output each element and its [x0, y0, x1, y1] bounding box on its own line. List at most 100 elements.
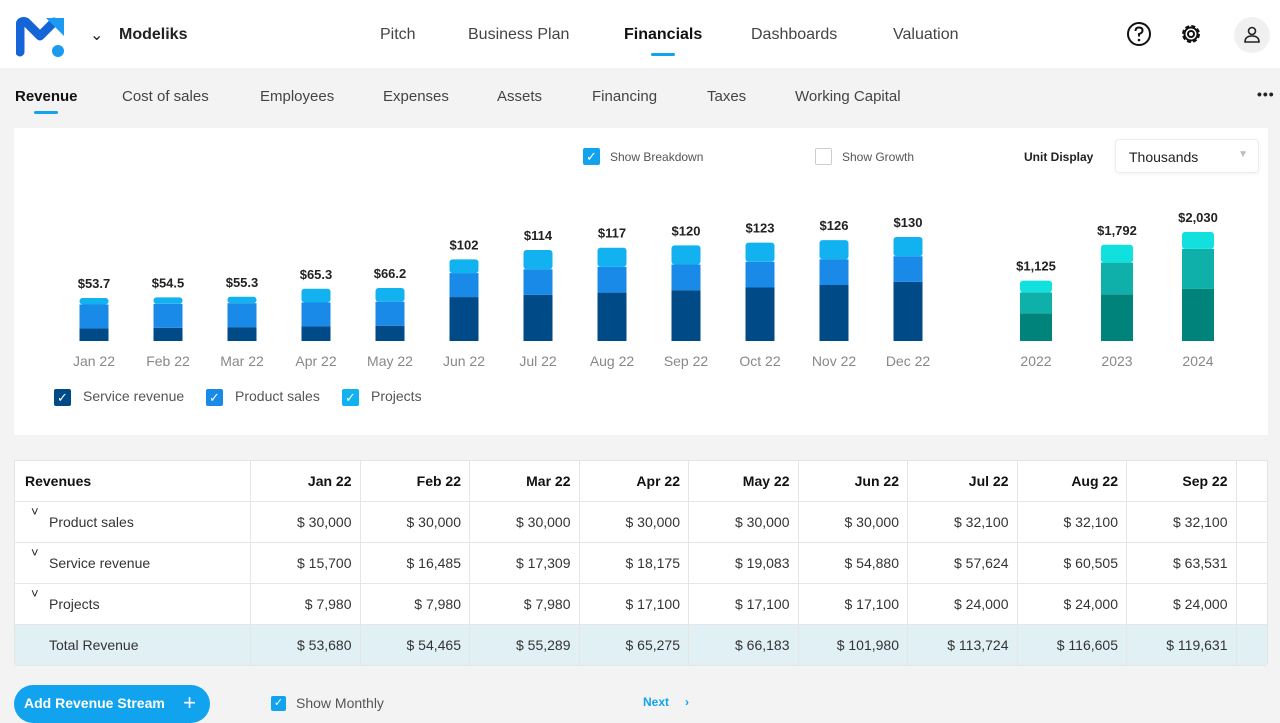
bar-value-label: $102: [450, 237, 479, 252]
table-cell[interactable]: $ 119,631: [1127, 625, 1237, 665]
revenue-chart-card: $53.7 Jan 22 $54.5 Feb 22 $55.3 Mar 22 $65.3 Ap…: [14, 128, 1268, 435]
row-label: Total Revenue: [15, 625, 251, 665]
table-cell[interactable]: $ 19,083: [689, 543, 799, 583]
table-cell[interactable]: $ 30,000: [361, 502, 470, 542]
table-cell[interactable]: $ 17,100: [689, 584, 799, 624]
table-cell[interactable]: $ 7,980: [470, 584, 580, 624]
unit-display-select[interactable]: Thousands ▼: [1115, 139, 1259, 173]
show-growth-checkbox[interactable]: Show Growth: [815, 148, 914, 165]
bar-segment: [227, 327, 257, 341]
x-tick-label: Apr 22: [295, 353, 336, 369]
legend-label: Projects: [371, 388, 422, 404]
legend-service-revenue[interactable]: ✓ Service revenue: [54, 388, 184, 406]
gear-icon[interactable]: [1177, 20, 1205, 48]
table-cell[interactable]: $ 60,505: [1018, 543, 1127, 583]
chevron-down-icon[interactable]: ˅: [31, 545, 39, 560]
bar-value-label: $1,792: [1097, 223, 1137, 238]
bar-segment: [79, 328, 109, 341]
table-cell[interactable]: $ 24,000: [1018, 584, 1127, 624]
table-cell[interactable]: $ 17,100: [799, 584, 908, 624]
table-cell[interactable]: $ 16,485: [361, 543, 470, 583]
table-cell[interactable]: $ 55,289: [470, 625, 580, 665]
table-cell[interactable]: $ 57,624: [908, 543, 1018, 583]
table-cell[interactable]: $ 24,000: [1127, 584, 1237, 624]
modeliks-logo[interactable]: [16, 14, 68, 58]
x-tick-label: Oct 22: [739, 353, 780, 369]
bar-segment: [523, 269, 553, 295]
legend-projects[interactable]: ✓ Projects: [342, 388, 422, 406]
bar-segment: [301, 302, 331, 327]
bar-segment: [745, 242, 775, 262]
table-cell[interactable]: $ 101,980: [799, 625, 908, 665]
tab-expenses[interactable]: Expenses: [383, 88, 449, 105]
legend-product-sales[interactable]: ✓ Product sales: [206, 388, 320, 406]
tab-employees[interactable]: Employees: [260, 88, 334, 105]
x-tick-label: 2023: [1101, 353, 1132, 369]
tab-revenue[interactable]: Revenue: [15, 88, 78, 114]
table-cell[interactable]: $ 30,000: [470, 502, 580, 542]
row-label[interactable]: Product sales: [15, 502, 251, 542]
more-icon[interactable]: •••: [1257, 86, 1275, 102]
table-cell[interactable]: $ 63,531: [1127, 543, 1237, 583]
chevron-down-icon[interactable]: ˅: [31, 504, 39, 519]
bar-value-label: $1,125: [1016, 259, 1056, 274]
tab-assets[interactable]: Assets: [497, 88, 542, 105]
nav-business-plan[interactable]: Business Plan: [468, 26, 569, 44]
table-cell[interactable]: $ 15,700: [251, 543, 361, 583]
table-cell[interactable]: $ 113,724: [908, 625, 1018, 665]
table-cell[interactable]: $ 18,175: [580, 543, 689, 583]
show-monthly-checkbox[interactable]: ✓ Show Monthly: [271, 694, 384, 711]
row-label[interactable]: Service revenue: [15, 543, 251, 583]
table-cell[interactable]: $ 30,000: [799, 502, 908, 542]
table-cell[interactable]: $ 30,000: [689, 502, 799, 542]
nav-valuation[interactable]: Valuation: [893, 26, 959, 44]
table-cell[interactable]: $ 116,605: [1018, 625, 1127, 665]
chevron-down-icon[interactable]: ˅: [31, 586, 39, 601]
tab-cost-of-sales[interactable]: Cost of sales: [122, 88, 209, 105]
table-cell[interactable]: $ 32,100: [908, 502, 1018, 542]
total-row: Total Revenue $ 53,680 $ 54,465 $ 55,289 $ 6…: [15, 625, 1267, 666]
add-revenue-stream-button[interactable]: Add Revenue Stream +: [14, 685, 210, 723]
show-breakdown-checkbox[interactable]: ✓ Show Breakdown: [583, 148, 703, 165]
table-cell[interactable]: $ 66,183: [689, 625, 799, 665]
bar-segment: [301, 288, 331, 303]
nav-financials[interactable]: Financials: [624, 26, 702, 56]
table-cell[interactable]: $ 65,275: [580, 625, 689, 665]
table-cell[interactable]: $ 32,100: [1127, 502, 1237, 542]
table-cell[interactable]: $ 54,880: [799, 543, 908, 583]
x-tick-label: Feb 22: [146, 353, 190, 369]
tab-taxes[interactable]: Taxes: [707, 88, 746, 105]
table-cell[interactable]: $ 32,100: [1018, 502, 1127, 542]
table-cell[interactable]: $ 17,100: [580, 584, 689, 624]
table-cell[interactable]: $ 17,309: [470, 543, 580, 583]
nav-pitch[interactable]: Pitch: [380, 26, 416, 44]
nav-dashboards[interactable]: Dashboards: [751, 26, 837, 44]
checkbox-checked-icon: ✓: [206, 388, 223, 406]
table-cell[interactable]: $ 53,680: [251, 625, 361, 665]
column-header: Jan 22: [251, 461, 361, 501]
bar-segment: [893, 256, 923, 282]
table-cell[interactable]: $ 54,465: [361, 625, 470, 665]
row-label[interactable]: Projects: [15, 584, 251, 624]
table-cell[interactable]: $ 24,000: [908, 584, 1018, 624]
next-button[interactable]: Next ›: [643, 695, 689, 709]
bar-value-label: $53.7: [78, 276, 111, 291]
company-name[interactable]: Modeliks: [119, 26, 187, 44]
help-icon[interactable]: [1125, 20, 1153, 48]
table-cell[interactable]: $ 7,980: [251, 584, 361, 624]
table-cell[interactable]: $ 7,980: [361, 584, 470, 624]
bar-segment: [1182, 288, 1214, 341]
bar-segment: [671, 290, 701, 341]
x-tick-label: 2024: [1182, 353, 1213, 369]
bar-value-label: $126: [820, 218, 849, 233]
chevron-down-icon[interactable]: ⌄: [90, 25, 103, 45]
bar-segment: [375, 301, 405, 326]
x-tick-label: 2022: [1020, 353, 1051, 369]
user-avatar[interactable]: [1234, 17, 1270, 53]
table-cell[interactable]: $ 30,000: [251, 502, 361, 542]
tab-financing[interactable]: Financing: [592, 88, 657, 105]
column-header: Apr 22: [580, 461, 689, 501]
tab-working-capital[interactable]: Working Capital: [795, 88, 901, 105]
legend-label: Product sales: [235, 388, 320, 404]
table-cell[interactable]: $ 30,000: [580, 502, 689, 542]
